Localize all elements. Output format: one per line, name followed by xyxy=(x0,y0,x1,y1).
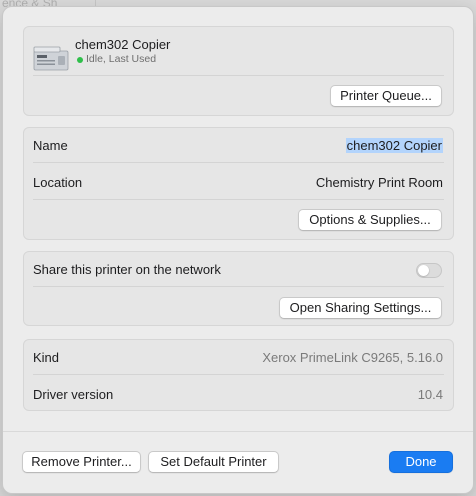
footer-separator xyxy=(3,431,473,432)
share-printer-toggle[interactable] xyxy=(416,263,442,278)
name-value-text: chem302 Copier xyxy=(345,138,443,153)
sharing-separator xyxy=(33,286,444,287)
done-button[interactable]: Done xyxy=(389,451,453,473)
name-label: Name xyxy=(33,138,68,153)
location-label: Location xyxy=(33,175,83,190)
printer-name-title: chem302 Copier xyxy=(75,37,171,52)
location-separator xyxy=(33,199,444,200)
printer-status-text: Idle, Last Used xyxy=(86,53,157,65)
status-dot-icon xyxy=(77,57,83,63)
driver-version-label: Driver version xyxy=(33,387,114,402)
remove-printer-button[interactable]: Remove Printer... xyxy=(22,451,141,473)
driver-version-value: 10.4 xyxy=(417,387,443,402)
set-default-printer-button[interactable]: Set Default Printer xyxy=(148,451,279,473)
kind-value: Xerox PrimeLink C9265, 5.16.0 xyxy=(262,350,443,365)
toggle-knob xyxy=(418,265,429,276)
printer-icon xyxy=(33,46,69,71)
options-supplies-button[interactable]: Options & Supplies... xyxy=(298,209,442,231)
open-sharing-settings-button[interactable]: Open Sharing Settings... xyxy=(279,297,442,319)
header-separator xyxy=(33,75,444,76)
location-value[interactable]: Chemistry Print Room xyxy=(316,175,443,190)
printer-info-sheet: chem302 Copier Idle, Last Used Printer Q… xyxy=(2,6,474,494)
share-printer-label: Share this printer on the network xyxy=(33,262,221,277)
kind-separator xyxy=(33,374,444,375)
name-value[interactable]: chem302 Copier xyxy=(345,138,443,153)
kind-label: Kind xyxy=(33,350,60,365)
name-separator xyxy=(33,162,444,163)
printer-queue-button[interactable]: Printer Queue... xyxy=(330,85,442,107)
